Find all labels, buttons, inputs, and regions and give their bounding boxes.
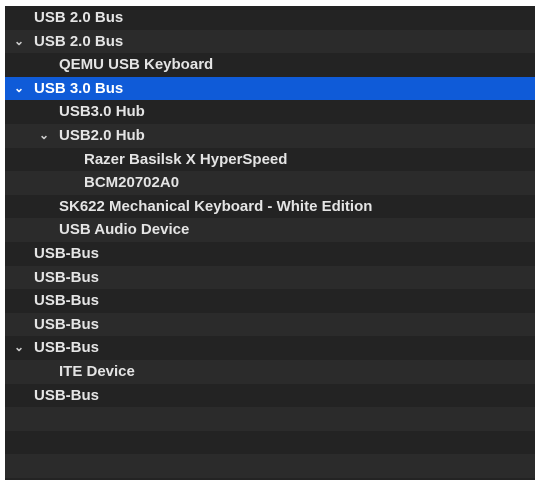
tree-row-usb-3-0-bus[interactable]: ⌄ USB 3.0 Bus — [5, 76, 535, 101]
tree-row-label: Razer Basilsk X HyperSpeed — [84, 150, 288, 168]
tree-row-bcm20702a0[interactable]: BCM20702A0 — [5, 171, 535, 195]
tree-row-usb-bus[interactable]: USB-Bus — [5, 289, 535, 313]
tree-row-ite-device[interactable]: ITE Device — [5, 359, 535, 384]
tree-row-usb-bus[interactable]: USB-Bus — [5, 383, 535, 408]
tree-row-usb-bus[interactable]: USB-Bus — [5, 241, 535, 266]
tree-row-label: USB-Bus — [34, 386, 100, 404]
tree-row-label: ITE Device — [59, 362, 135, 380]
tree-row-usb-bus[interactable]: USB-Bus — [5, 265, 535, 290]
tree-row-usb-2-0-bus[interactable]: ⌄ USB 2.0 Bus — [5, 29, 535, 54]
tree-row-label: SK622 Mechanical Keyboard - White Editio… — [59, 197, 373, 215]
chevron-down-icon[interactable]: ⌄ — [12, 30, 26, 54]
tree-row-label: USB 3.0 Bus — [34, 79, 124, 97]
tree-row-label: USB2.0 Hub — [59, 126, 145, 144]
tree-row-label: USB 2.0 Bus — [34, 9, 124, 26]
tree-row-label: USB-Bus — [34, 268, 100, 286]
tree-row-label: USB Audio Device — [59, 221, 190, 239]
tree-row-usb3-0-hub[interactable]: USB3.0 Hub — [5, 100, 535, 124]
tree-row-sk622-keyboard[interactable]: SK622 Mechanical Keyboard - White Editio… — [5, 194, 535, 219]
tree-row-usb-audio-device[interactable]: USB Audio Device — [5, 218, 535, 242]
chevron-down-icon[interactable]: ⌄ — [12, 336, 26, 360]
tree-row-usb-2-0-bus[interactable]: USB 2.0 Bus — [5, 6, 535, 30]
tree-row-label: USB-Bus — [34, 244, 100, 262]
tree-row-label: USB-Bus — [34, 339, 100, 357]
empty-row — [5, 477, 535, 480]
usb-device-tree: USB 2.0 Bus ⌄ USB 2.0 Bus QEMU USB Keybo… — [5, 6, 535, 480]
tree-row-label: USB-Bus — [34, 292, 100, 310]
empty-row — [5, 430, 535, 455]
tree-row-label: BCM20702A0 — [84, 174, 180, 192]
empty-row — [5, 454, 535, 478]
tree-row-label: QEMU USB Keyboard — [59, 56, 214, 74]
tree-row-usb-bus[interactable]: USB-Bus — [5, 312, 535, 337]
chevron-down-icon[interactable]: ⌄ — [37, 124, 51, 148]
tree-row-label: USB 2.0 Bus — [34, 32, 124, 50]
tree-row-usb-bus[interactable]: ⌄ USB-Bus — [5, 336, 535, 360]
tree-row-label: USB3.0 Hub — [59, 103, 145, 121]
tree-row-razer-basilisk[interactable]: Razer Basilsk X HyperSpeed — [5, 147, 535, 172]
empty-row — [5, 407, 535, 431]
chevron-down-icon[interactable]: ⌄ — [12, 77, 26, 101]
tree-row-label: USB-Bus — [34, 315, 100, 333]
tree-row-usb2-0-hub[interactable]: ⌄ USB2.0 Hub — [5, 123, 535, 148]
tree-row-qemu-usb-keyboard[interactable]: QEMU USB Keyboard — [5, 53, 535, 77]
